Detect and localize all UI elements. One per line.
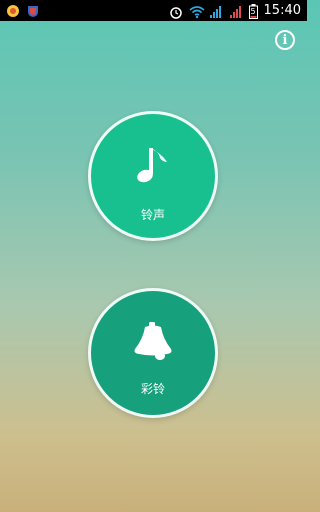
status-bar: 5 15:40 bbox=[0, 0, 307, 21]
app-icon bbox=[6, 3, 20, 17]
status-bar-right: 5 15:40 bbox=[169, 2, 301, 19]
wifi-icon bbox=[189, 4, 205, 18]
battery-icon: 5 bbox=[248, 3, 258, 19]
bell-icon bbox=[131, 321, 175, 367]
ringtone-label: 铃声 bbox=[140, 208, 165, 222]
info-button[interactable]: i bbox=[275, 30, 295, 50]
ringtone-button[interactable]: 铃声 bbox=[88, 111, 218, 241]
signal-icon bbox=[209, 4, 223, 18]
app-shield-icon bbox=[26, 3, 40, 17]
alarm-icon bbox=[169, 4, 183, 19]
status-bar-left bbox=[6, 3, 40, 17]
signal-icon bbox=[229, 4, 243, 18]
clock-time: 15:40 bbox=[263, 3, 301, 18]
info-icon: i bbox=[282, 32, 288, 48]
colorring-button[interactable]: 彩铃 bbox=[88, 288, 218, 418]
music-note-icon bbox=[133, 144, 173, 192]
battery-percent: 5 bbox=[250, 6, 256, 16]
colorring-label: 彩铃 bbox=[140, 382, 165, 396]
